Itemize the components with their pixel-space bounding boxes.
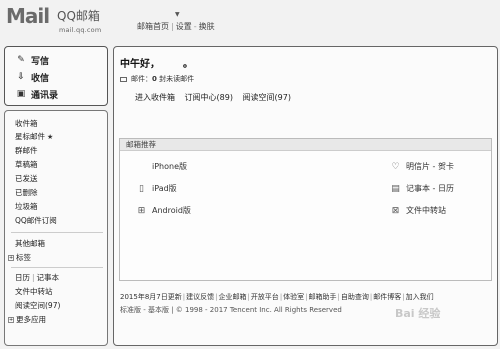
- folder-drafts[interactable]: 草稿箱: [15, 159, 38, 170]
- file-transfer-link[interactable]: 文件中转站: [15, 286, 53, 297]
- file-transfer-icon: ⊠: [391, 205, 400, 216]
- contacts-button[interactable]: ▣ 通讯录: [15, 87, 58, 101]
- compose-label: 写信: [31, 56, 50, 67]
- divider: [11, 267, 103, 268]
- sidebar-folders: 收件箱 星标邮件 ★ 群邮件 草稿箱 已发送 已删除 垃圾箱 QQ邮件订阅 其他邮…: [4, 110, 108, 346]
- folder-spam[interactable]: 垃圾箱: [15, 201, 38, 212]
- footer-enterprise[interactable]: 企业邮箱: [218, 293, 246, 301]
- rec-postcard[interactable]: ♡ 明信片 - 贺卡: [390, 161, 454, 172]
- reading-space-link[interactable]: 阅读空间(97): [15, 300, 60, 311]
- user-email[interactable]: ▼: [175, 9, 180, 18]
- divider: [11, 232, 103, 233]
- footer-open-platform[interactable]: 开放平台: [251, 293, 279, 301]
- header: Mail QQ邮箱 mail.qq.com ▼ 邮箱首页 | 设置 - 换肤: [0, 0, 500, 42]
- expand-icon: +: [8, 255, 14, 261]
- envelope-icon: [120, 76, 127, 82]
- footer-feedback[interactable]: 建议反馈: [186, 293, 214, 301]
- folder-starred-label: 星标邮件: [15, 132, 45, 141]
- folder-inbox[interactable]: 收件箱: [15, 118, 38, 129]
- star-icon: ★: [47, 133, 54, 141]
- notes-link[interactable]: 记事本: [37, 273, 60, 282]
- calendar-icon: ▤: [391, 183, 400, 194]
- recommend-box: 邮箱推荐 iPhone版 ▯ iPad版 ⊞ Android版 ♡ 明信片 - …: [119, 138, 492, 281]
- footer-lab[interactable]: 体验室: [283, 293, 304, 301]
- brand-domain: mail.qq.com: [59, 26, 102, 34]
- header-links: 邮箱首页 | 设置 - 换肤: [137, 22, 215, 31]
- expand-icon: +: [8, 317, 14, 323]
- greeting: 中午好，。: [120, 59, 193, 70]
- pencil-icon: ✎: [17, 55, 25, 65]
- link-home[interactable]: 邮箱首页: [137, 22, 169, 31]
- tags-label: 标签: [16, 253, 31, 262]
- link-settings[interactable]: 设置: [176, 22, 192, 31]
- receive-label: 收信: [31, 73, 50, 84]
- other-mailboxes[interactable]: 其他邮箱: [15, 238, 45, 249]
- tablet-icon: ▯: [139, 183, 144, 194]
- brand-name: QQ邮箱: [57, 9, 100, 23]
- link-reading-space[interactable]: 阅读空间(97): [243, 93, 291, 102]
- rec-iphone[interactable]: iPhone版: [136, 161, 187, 172]
- receive-button[interactable]: ⇩ 收信: [15, 70, 49, 84]
- sidebar-actions: ✎ 写信 ⇩ 收信 ▣ 通讯录: [4, 46, 108, 106]
- folder-subscriptions[interactable]: QQ邮件订阅: [15, 215, 57, 226]
- mail-logo[interactable]: Mail: [6, 4, 50, 28]
- footer-update[interactable]: 2015年8月7日更新: [120, 293, 182, 301]
- unread-summary: 邮件： 0 封未读邮件: [120, 74, 194, 84]
- footer-blog[interactable]: 邮件博客: [373, 293, 401, 301]
- recommend-title: 邮箱推荐: [120, 139, 491, 151]
- footer-links: 2015年8月7日更新|建议反馈|企业邮箱|开放平台|体验室|邮箱助手|自助查询…: [120, 293, 434, 301]
- footer-self-help[interactable]: 自助查询: [341, 293, 369, 301]
- rec-file-transfer[interactable]: ⊠ 文件中转站: [390, 205, 446, 216]
- quick-links: 进入收件箱 订阅中心(89) 阅读空间(97): [135, 92, 298, 103]
- more-apps-label: 更多应用: [16, 315, 46, 324]
- link-inbox[interactable]: 进入收件箱: [135, 93, 175, 102]
- link-subscription-center[interactable]: 订阅中心(89): [185, 93, 233, 102]
- chevron-down-icon[interactable]: ▼: [175, 11, 180, 18]
- calendar-notes: 日历 | 记事本: [15, 273, 60, 282]
- contacts-icon: ▣: [16, 89, 26, 99]
- calendar-link[interactable]: 日历: [15, 273, 30, 282]
- footer-join[interactable]: 加入我们: [406, 293, 434, 301]
- download-icon: ⇩: [17, 72, 25, 82]
- more-apps-toggle[interactable]: + 更多应用: [8, 314, 46, 325]
- compose-button[interactable]: ✎ 写信: [15, 53, 49, 67]
- unread-count: 0: [152, 75, 157, 83]
- rec-android[interactable]: ⊞ Android版: [136, 205, 191, 216]
- tags-toggle[interactable]: + 标签: [8, 252, 31, 263]
- rec-ipad[interactable]: ▯ iPad版: [136, 183, 177, 194]
- watermark: Bai 经验: [395, 307, 441, 320]
- folder-deleted[interactable]: 已删除: [15, 187, 38, 198]
- heart-icon: ♡: [391, 161, 400, 172]
- main-panel: 中午好，。 邮件： 0 封未读邮件 进入收件箱 订阅中心(89) 阅读空间(97)…: [113, 46, 498, 346]
- folder-starred[interactable]: 星标邮件 ★: [15, 131, 53, 142]
- rec-notes[interactable]: ▤ 记事本 - 日历: [390, 183, 454, 194]
- contacts-label: 通讯录: [31, 90, 59, 101]
- footer-assistant[interactable]: 邮箱助手: [309, 293, 337, 301]
- folder-group[interactable]: 群邮件: [15, 145, 38, 156]
- footer-copyright: 标准版 - 基本版 | © 1998 - 2017 Tencent Inc. A…: [120, 306, 342, 314]
- link-skin[interactable]: 换肤: [199, 22, 215, 31]
- android-icon: ⊞: [137, 205, 146, 216]
- folder-sent[interactable]: 已发送: [15, 173, 38, 184]
